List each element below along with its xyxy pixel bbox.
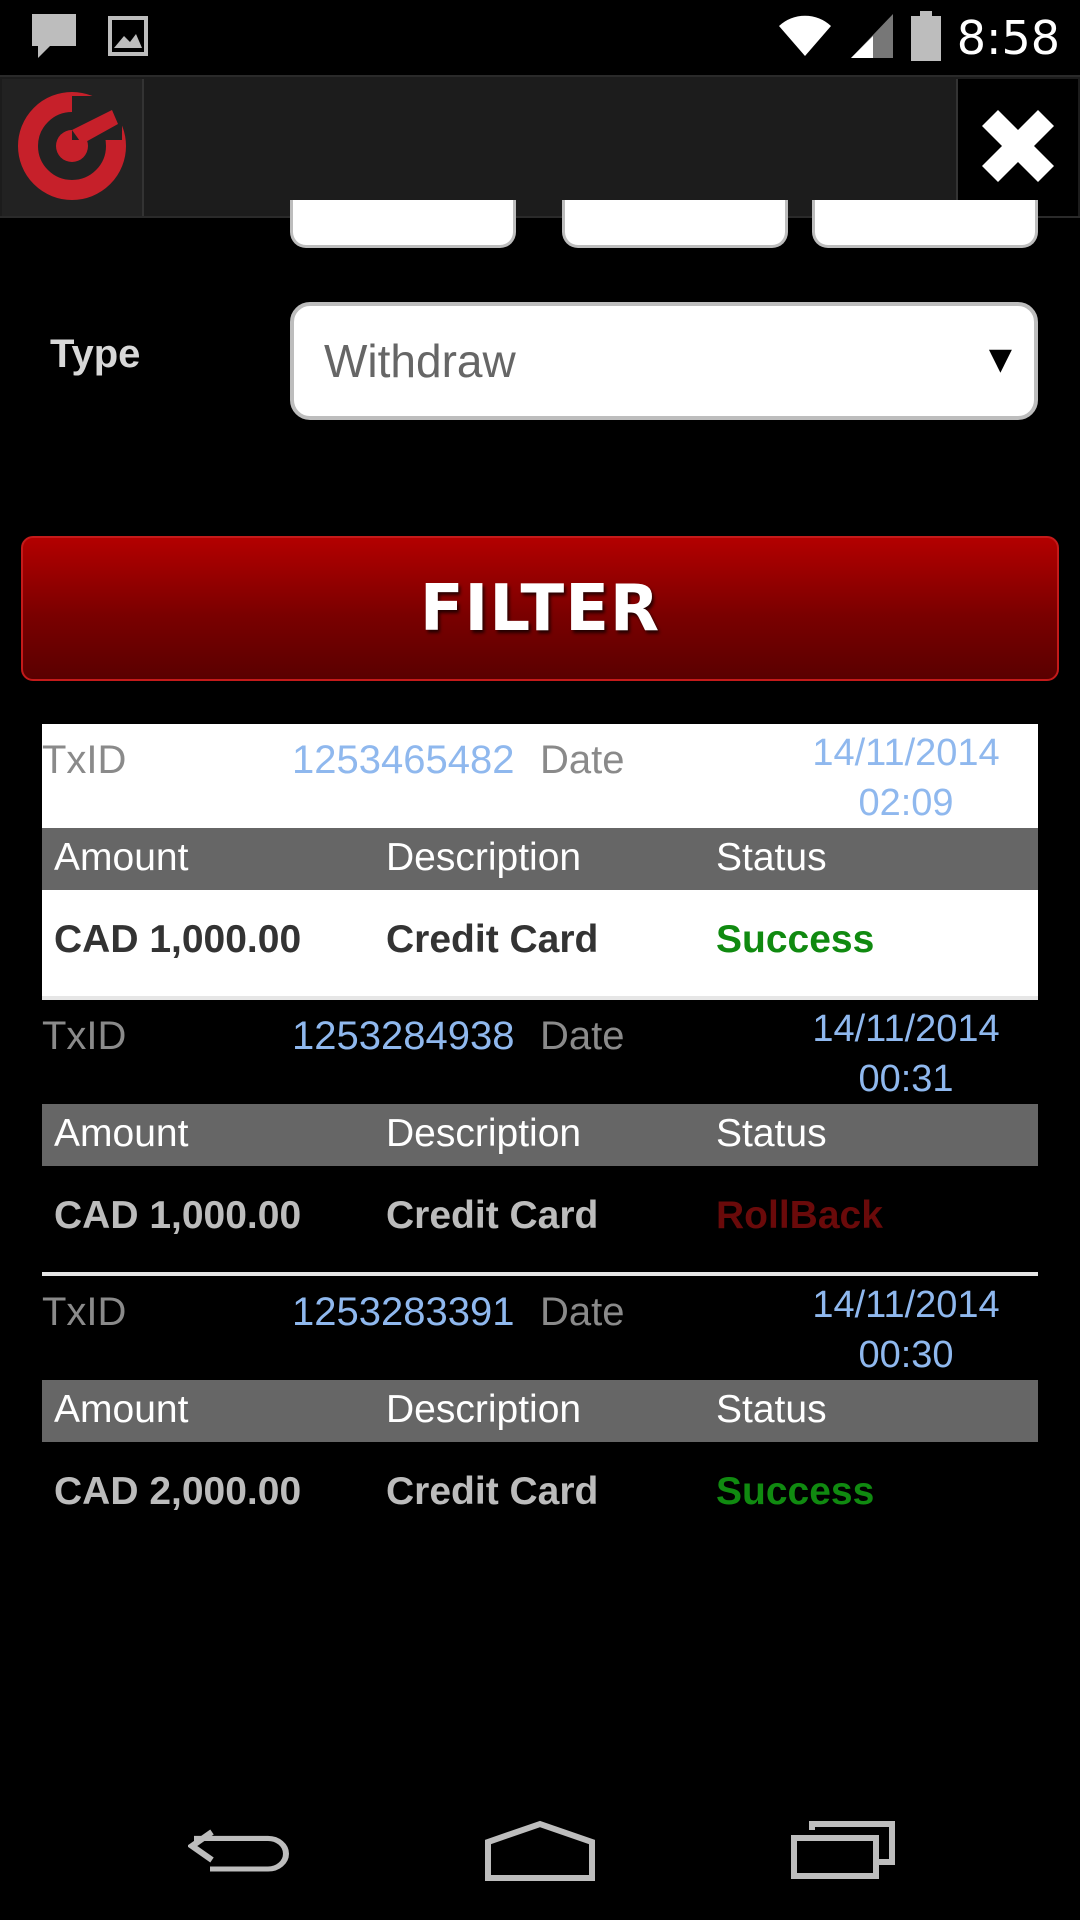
txid-value: 1253284938 — [292, 1014, 515, 1058]
type-select[interactable]: Withdraw ▼ — [290, 302, 1038, 420]
transaction-columns-header: Amount Description Status — [42, 828, 1038, 890]
logo-icon — [16, 90, 128, 206]
transaction-item: TxID 1253465482 Date 14/11/2014 02:09 Am… — [42, 724, 1038, 1000]
navigation-bar — [0, 1792, 1080, 1920]
filter-button-label: FILTER — [419, 571, 661, 646]
status-header: Status — [716, 1112, 827, 1155]
date-label: Date — [540, 1290, 625, 1334]
logo-button[interactable] — [2, 79, 144, 216]
transaction-values: CAD 1,000.00 Credit Card RollBack — [42, 1166, 1038, 1272]
date-year-field[interactable] — [812, 200, 1038, 248]
close-button[interactable] — [956, 79, 1078, 216]
transaction-columns-header: Amount Description Status — [42, 1104, 1038, 1166]
amount-header: Amount — [54, 1112, 189, 1155]
status-value: Success — [716, 918, 875, 961]
description-header: Description — [386, 1112, 582, 1155]
date-label: Date — [540, 1014, 625, 1058]
description-value: Credit Card — [386, 1194, 599, 1237]
close-icon — [970, 98, 1066, 198]
app-root: 8:58 Type Withdraw ▼ FILTER TxID 1253465… — [0, 0, 1080, 1920]
recents-icon[interactable] — [790, 1820, 896, 1884]
filter-button[interactable]: FILTER — [21, 536, 1059, 681]
transaction-header: TxID 1253284938 Date 14/11/2014 00:31 — [42, 1000, 1038, 1100]
type-label: Type — [50, 332, 141, 376]
date-value: 14/11/2014 00:30 — [786, 1280, 1026, 1380]
time-text: 00:31 — [858, 1058, 954, 1100]
amount-header: Amount — [54, 1388, 189, 1431]
type-select-value: Withdraw — [324, 335, 516, 387]
description-header: Description — [386, 836, 582, 879]
transaction-columns-header: Amount Description Status — [42, 1380, 1038, 1442]
status-value: RollBack — [716, 1194, 883, 1237]
signal-icon — [849, 12, 895, 64]
status-value: Success — [716, 1470, 875, 1513]
status-time: 8:58 — [956, 10, 1060, 65]
transaction-item: TxID 1253283391 Date 14/11/2014 00:30 Am… — [42, 1276, 1038, 1552]
status-header: Status — [716, 1388, 827, 1431]
wifi-icon — [777, 14, 833, 62]
transaction-item: TxID 1253284938 Date 14/11/2014 00:31 Am… — [42, 1000, 1038, 1276]
transaction-header: TxID 1253283391 Date 14/11/2014 00:30 — [42, 1276, 1038, 1376]
transaction-values: CAD 2,000.00 Credit Card Success — [42, 1442, 1038, 1548]
description-header: Description — [386, 1388, 582, 1431]
date-day-field[interactable] — [290, 200, 516, 248]
amount-value: CAD 2,000.00 — [54, 1470, 302, 1513]
date-value: 14/11/2014 00:31 — [786, 1004, 1026, 1104]
time-text: 00:30 — [858, 1334, 954, 1376]
chat-icon — [30, 12, 80, 64]
time-text: 02:09 — [858, 782, 954, 824]
app-header — [0, 75, 1080, 218]
date-value: 14/11/2014 02:09 — [786, 728, 1026, 828]
image-icon — [108, 15, 148, 60]
date-label: Date — [540, 738, 625, 782]
description-value: Credit Card — [386, 1470, 599, 1513]
description-value: Credit Card — [386, 918, 599, 961]
status-bar: 8:58 — [0, 0, 1080, 75]
battery-icon — [910, 10, 941, 65]
date-text: 14/11/2014 — [812, 1284, 1000, 1326]
date-text: 14/11/2014 — [812, 732, 1000, 774]
date-month-field[interactable] — [562, 200, 788, 248]
date-text: 14/11/2014 — [812, 1008, 1000, 1050]
status-header: Status — [716, 836, 827, 879]
amount-header: Amount — [54, 836, 189, 879]
amount-value: CAD 1,000.00 — [54, 918, 302, 961]
txid-label: TxID — [42, 738, 127, 782]
dropdown-arrow-icon: ▼ — [988, 342, 1012, 377]
back-icon[interactable] — [186, 1822, 292, 1886]
transaction-values: CAD 1,000.00 Credit Card Success — [42, 890, 1038, 996]
txid-value: 1253283391 — [292, 1290, 515, 1334]
home-icon[interactable] — [484, 1820, 596, 1886]
txid-label: TxID — [42, 1014, 127, 1058]
txid-value: 1253465482 — [292, 738, 515, 782]
txid-label: TxID — [42, 1290, 127, 1334]
amount-value: CAD 1,000.00 — [54, 1194, 302, 1237]
transaction-header: TxID 1253465482 Date 14/11/2014 02:09 — [42, 724, 1038, 824]
